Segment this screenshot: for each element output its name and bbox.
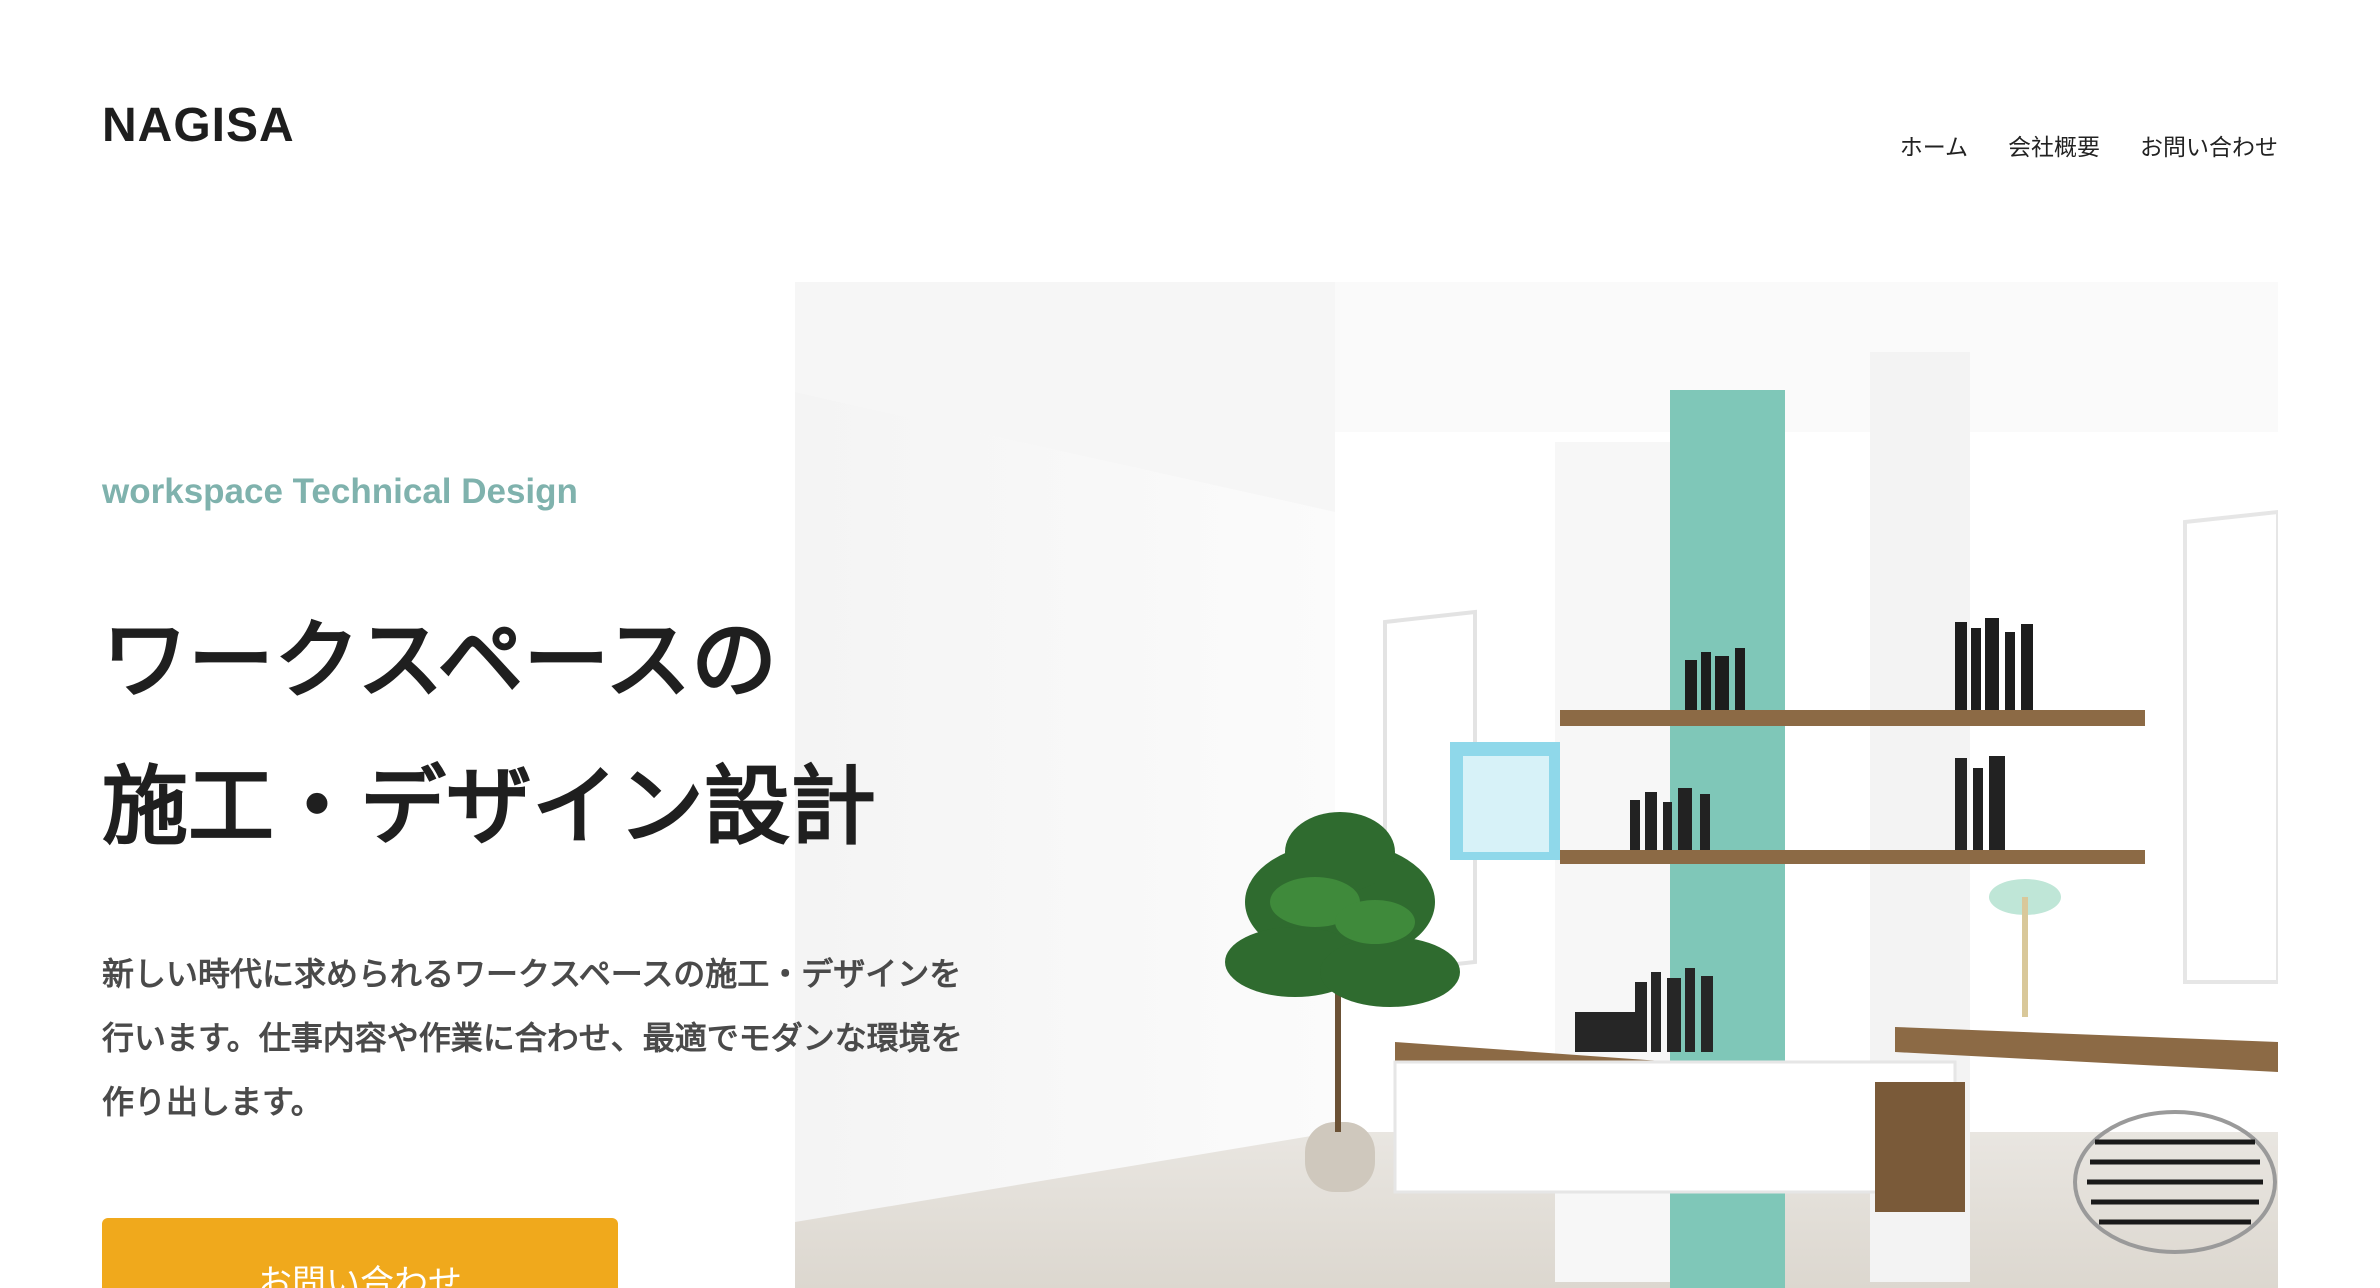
nav-item-home[interactable]: ホーム — [1900, 128, 1968, 162]
hero-headline: ワークスペースの 施工・デザイン設計 — [102, 588, 876, 880]
hero-eyebrow: workspace Technical Design — [102, 472, 578, 511]
hero-text: workspace Technical Design ワークスペースの 施工・デ… — [102, 0, 1202, 1288]
main-nav: ホーム 会社概要 お問い合わせ — [1900, 128, 2278, 162]
hero-description: 新しい時代に求められるワークスペースの施工・デザインを 行います。仕事内容や作業… — [102, 942, 963, 1134]
contact-cta-button[interactable]: お問い合わせ — [102, 1218, 618, 1288]
description-line: 作り出します。 — [102, 1083, 323, 1121]
description-line: 行います。仕事内容や作業に合わせ、最適でモダンな環境を — [102, 1019, 963, 1057]
headline-line: ワークスペースの — [102, 611, 778, 711]
description-line: 新しい時代に求められるワークスペースの施工・デザインを — [102, 955, 962, 993]
headline-line: 施工・デザイン設計 — [102, 757, 876, 857]
nav-item-about[interactable]: 会社概要 — [2008, 128, 2100, 162]
nav-item-contact[interactable]: お問い合わせ — [2140, 128, 2278, 162]
